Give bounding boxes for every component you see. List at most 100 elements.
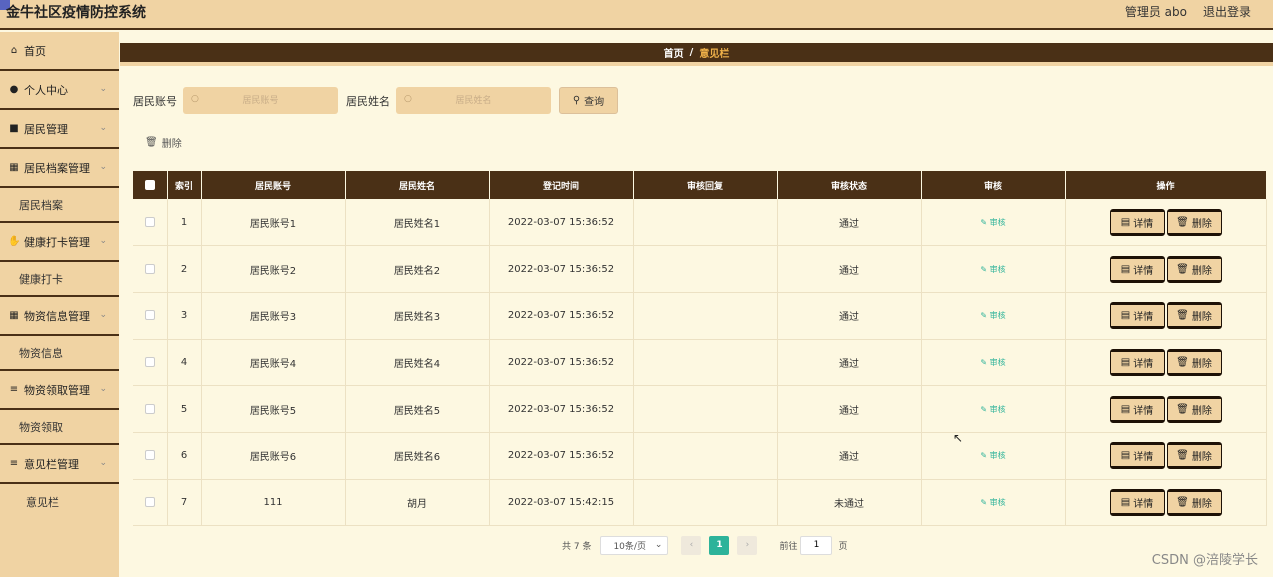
review-link[interactable]: ✎ 审核: [980, 451, 1005, 460]
index-cell: 1: [167, 199, 202, 246]
column-header: 操作: [1065, 171, 1267, 199]
delete-button[interactable]: 🗑 删除: [1166, 395, 1222, 423]
sidebar-item-resident-archive-management[interactable]: ▦ 居民档案管理 ⌄: [0, 149, 119, 188]
edit-icon: ✎: [980, 497, 990, 507]
chevron-down-icon: ⌄: [99, 123, 107, 133]
column-header: 审核: [921, 171, 1066, 199]
sidebar-item-supplies-claim-management[interactable]: ≡ 物资领取管理 ⌄: [0, 371, 119, 410]
document-icon: ▤: [1120, 216, 1131, 228]
row-checkbox[interactable]: [144, 263, 155, 274]
column-header: 索引: [167, 171, 202, 199]
review-link[interactable]: ✎ 审核: [980, 311, 1005, 320]
name-search-input[interactable]: [396, 87, 551, 114]
document-icon: ▤: [1120, 496, 1131, 508]
actions-cell: ▤ 详情 🗑 删除: [1065, 479, 1267, 526]
delete-button-label: 删除: [1191, 312, 1212, 324]
sidebar-item-label: 首页: [24, 44, 46, 58]
breadcrumb-home[interactable]: 首页: [664, 45, 684, 60]
detail-button-label: 详情: [1133, 498, 1154, 510]
sidebar-subitem-supplies-claim[interactable]: 物资领取: [0, 410, 119, 445]
next-page-button[interactable]: ›: [737, 535, 758, 555]
grid-icon: ▦: [9, 310, 19, 321]
detail-button[interactable]: ▤ 详情: [1109, 348, 1165, 376]
sidebar-item-personal-center[interactable]: ● 个人中心 ⌄: [0, 71, 119, 110]
sidebar-item-label: 物资领取管理: [24, 383, 90, 397]
list-icon: ≡: [9, 384, 19, 395]
row-checkbox[interactable]: [144, 310, 155, 321]
edit-icon: ✎: [980, 217, 990, 227]
review-cell: ✎ 审核: [921, 245, 1066, 293]
time-cell: 2022-03-07 15:36:52: [489, 432, 634, 480]
watermark: CSDN @涪陵学长: [1151, 553, 1258, 568]
row-select-cell: [133, 432, 168, 480]
row-select-cell: [133, 479, 168, 526]
goto-page-input[interactable]: [800, 535, 833, 555]
sidebar-subitem-supplies-info[interactable]: 物资信息: [0, 336, 119, 371]
name-cell: 居民姓名1: [345, 199, 490, 246]
row-checkbox[interactable]: [144, 216, 155, 227]
time-cell: 2022-03-07 15:36:52: [489, 385, 634, 433]
actions-cell: ▤ 详情 🗑 删除: [1065, 292, 1267, 340]
sidebar-item-health-checkin-management[interactable]: ✋ 健康打卡管理 ⌄: [0, 223, 119, 262]
goto-suffix: 页: [838, 541, 848, 552]
reply-cell: [633, 199, 778, 246]
sidebar-item-supplies-info-management[interactable]: ▦ 物资信息管理 ⌄: [0, 297, 119, 336]
review-link[interactable]: ✎ 审核: [980, 498, 1005, 507]
edit-icon: ✎: [980, 404, 990, 414]
sidebar-item-home[interactable]: ⌂ 首页: [0, 32, 119, 71]
query-button[interactable]: ⚲ 查询: [559, 87, 618, 114]
table-header-row: 索引 居民账号 居民姓名 登记时间 审核回复 审核状态 审核 操作: [133, 171, 1267, 199]
reply-cell: [633, 245, 778, 293]
breadcrumb: 首页 / 意见栏: [120, 43, 1273, 66]
name-cell: 居民姓名6: [345, 432, 490, 480]
row-checkbox[interactable]: [144, 450, 155, 461]
detail-button[interactable]: ▤ 详情: [1109, 395, 1165, 423]
name-search-field: ○: [396, 87, 551, 114]
detail-button[interactable]: ▤ 详情: [1109, 302, 1165, 330]
prev-page-button[interactable]: ‹: [681, 535, 702, 555]
time-cell: 2022-03-07 15:42:15: [489, 479, 634, 526]
logout-link[interactable]: 退出登录: [1203, 3, 1251, 20]
detail-button[interactable]: ▤ 详情: [1109, 488, 1165, 516]
trash-icon: 🗑: [1176, 216, 1189, 228]
index-cell: 4: [167, 339, 202, 386]
row-checkbox[interactable]: [144, 403, 155, 414]
select-all-cell: [133, 171, 168, 199]
delete-button[interactable]: 🗑 删除: [1166, 302, 1222, 330]
sidebar-subitem-resident-archive[interactable]: 居民档案: [0, 188, 119, 223]
review-link[interactable]: ✎ 审核: [980, 265, 1005, 274]
delete-button-label: 删除: [1191, 498, 1212, 510]
page-number-current[interactable]: 1: [709, 535, 730, 555]
review-cell: ✎ 审核: [921, 199, 1066, 246]
name-cell: 居民姓名5: [345, 385, 490, 433]
delete-button[interactable]: 🗑 删除: [1166, 488, 1222, 516]
sidebar-subitem-feedback[interactable]: 意见栏: [0, 484, 119, 519]
bulk-delete-button[interactable]: 🗑 删除: [145, 135, 182, 150]
document-icon: ▤: [1120, 310, 1131, 322]
detail-button[interactable]: ▤ 详情: [1109, 442, 1165, 470]
page-size-select[interactable]: 10条/页 ⌄: [600, 535, 669, 555]
delete-button[interactable]: 🗑 删除: [1166, 442, 1222, 470]
account-search-input[interactable]: [183, 87, 338, 114]
row-checkbox[interactable]: [144, 356, 155, 367]
sidebar-subitem-health-checkin[interactable]: 健康打卡: [0, 262, 119, 297]
delete-button[interactable]: 🗑 删除: [1166, 255, 1222, 283]
review-link[interactable]: ✎ 审核: [980, 218, 1005, 227]
chevron-down-icon: ⌄: [99, 310, 107, 320]
detail-button[interactable]: ▤ 详情: [1109, 208, 1165, 236]
sidebar-item-resident-management[interactable]: ■ 居民管理 ⌄: [0, 110, 119, 149]
detail-button[interactable]: ▤ 详情: [1109, 255, 1165, 283]
reply-cell: [633, 385, 778, 433]
review-link[interactable]: ✎ 审核: [980, 405, 1005, 414]
row-checkbox[interactable]: [144, 496, 155, 507]
select-all-checkbox[interactable]: [144, 179, 155, 190]
review-link[interactable]: ✎ 审核: [980, 358, 1005, 367]
review-cell: ✎ 审核: [921, 385, 1066, 433]
name-cell: 居民姓名2: [345, 245, 490, 293]
name-cell: 居民姓名3: [345, 292, 490, 340]
app-title: 金牛社区疫情防控系统: [6, 5, 146, 21]
delete-button[interactable]: 🗑 删除: [1166, 208, 1222, 236]
delete-button[interactable]: 🗑 删除: [1166, 348, 1222, 376]
document-icon: ▤: [1120, 403, 1131, 415]
sidebar-item-feedback-management[interactable]: ≡ 意见栏管理 ⌄: [0, 445, 119, 484]
